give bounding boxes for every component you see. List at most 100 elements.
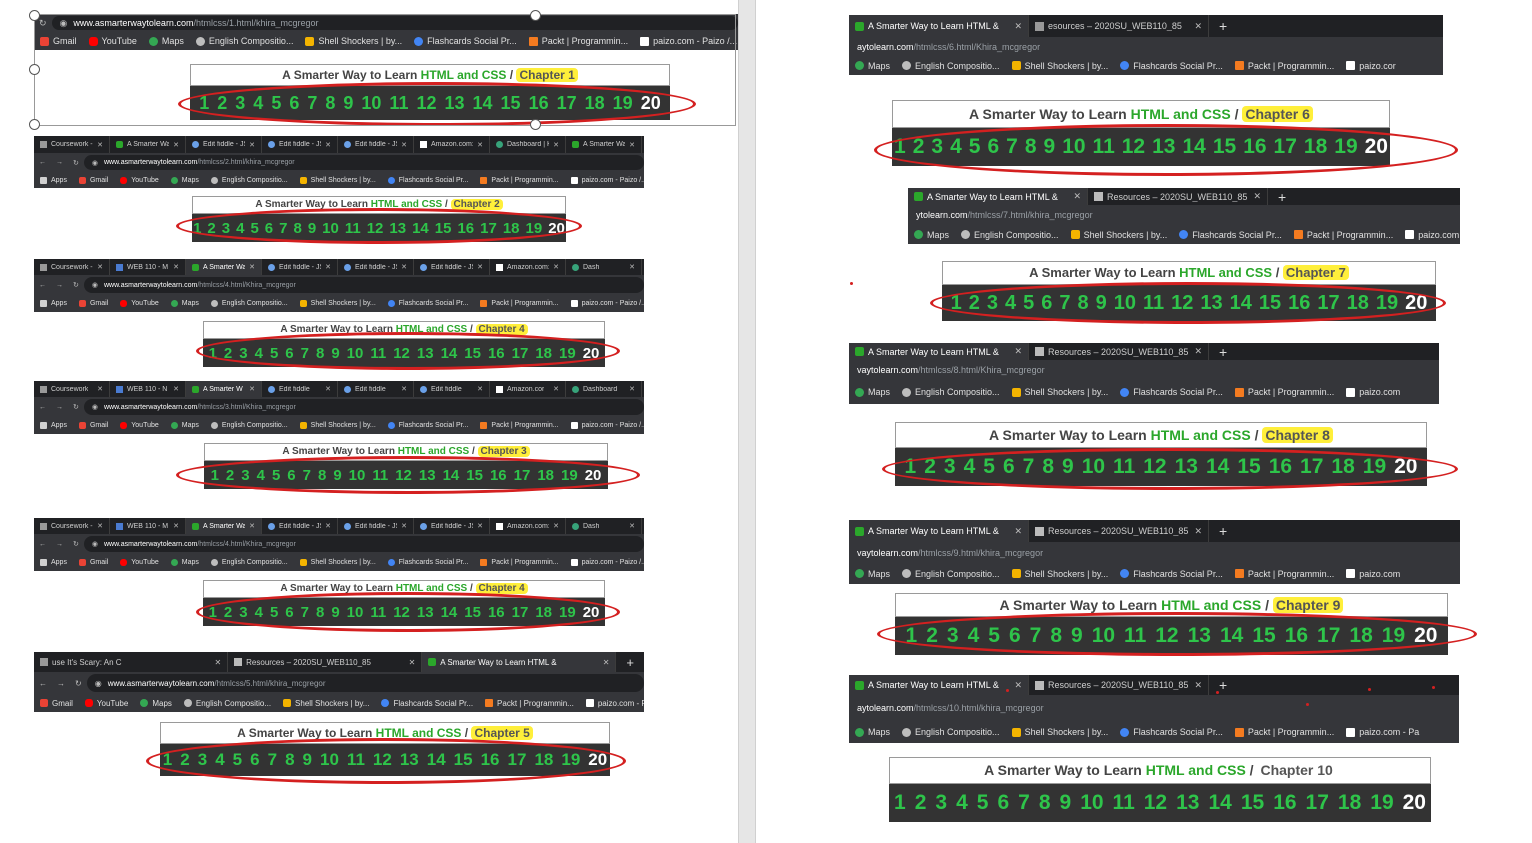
chapter-link-6[interactable]: 6 <box>987 135 999 159</box>
chapter-link-20[interactable]: 20 <box>585 467 602 484</box>
chapter-link-9[interactable]: 9 <box>1062 455 1074 479</box>
chapter-link-10[interactable]: 10 <box>1082 455 1105 479</box>
bookmark-item[interactable]: Flashcards Social Pr... <box>382 422 475 429</box>
resize-handle[interactable] <box>29 119 40 130</box>
browser-tab[interactable]: Edit fiddle - JS ✕ <box>262 518 338 534</box>
browser-tab[interactable]: Edit fiddle - JS ✕ <box>338 259 414 275</box>
chapter-link-12[interactable]: 12 <box>373 750 392 770</box>
bookmark-item[interactable]: Shell Shockers | by... <box>1006 569 1115 579</box>
chapter-link-3[interactable]: 3 <box>222 220 230 237</box>
chapter-link-16[interactable]: 16 <box>1243 135 1266 159</box>
bookmark-item[interactable]: English Compositio... <box>190 36 300 46</box>
bookmark-item[interactable]: Shell Shockers | by... <box>277 699 375 708</box>
chapter-link-8[interactable]: 8 <box>316 604 324 621</box>
chapter-link-8[interactable]: 8 <box>1050 624 1062 648</box>
chapter-link-12[interactable]: 12 <box>416 93 436 114</box>
tab-close-icon[interactable]: ✕ <box>477 141 483 149</box>
bookmark-item[interactable]: English Compositio... <box>205 300 294 307</box>
chapter-link-15[interactable]: 15 <box>464 345 481 362</box>
chapter-link-1[interactable]: 1 <box>211 467 219 484</box>
chapter-link-5[interactable]: 5 <box>270 345 278 362</box>
bookmark-item[interactable]: YouTube <box>114 559 165 566</box>
reload-icon[interactable]: ↻ <box>70 679 87 688</box>
tab-close-icon[interactable]: ✕ <box>214 658 221 667</box>
chapter-link-10[interactable]: 10 <box>1114 292 1136 315</box>
site-info-icon[interactable]: ◉ <box>92 540 98 548</box>
chapter-link-7[interactable]: 7 <box>268 750 277 770</box>
chapter-link-9[interactable]: 9 <box>1071 624 1083 648</box>
chapter-link-19[interactable]: 19 <box>526 220 543 237</box>
chapter-link-14[interactable]: 14 <box>1230 292 1252 315</box>
bookmark-item[interactable]: YouTube <box>114 176 165 184</box>
bookmark-item[interactable]: Apps <box>34 422 73 429</box>
url-field[interactable]: aytolearn.com/htmlcss/6.html/Khira_mcgre… <box>849 39 1443 54</box>
tab-close-icon[interactable]: ✕ <box>325 385 331 393</box>
browser-tab[interactable]: Dash ✕ <box>566 259 642 275</box>
chapter-link-15[interactable]: 15 <box>435 220 452 237</box>
chapter-link-1[interactable]: 1 <box>209 345 217 362</box>
chapter-link-7[interactable]: 7 <box>1030 624 1042 648</box>
chapter-link-16[interactable]: 16 <box>1288 292 1310 315</box>
chapter-link-15[interactable]: 15 <box>1252 624 1275 648</box>
chapter-link-1[interactable]: 1 <box>199 93 209 114</box>
chapter-link-10[interactable]: 10 <box>1080 791 1103 815</box>
chapter-link-11[interactable]: 11 <box>1113 455 1135 479</box>
chapter-link-4[interactable]: 4 <box>257 467 265 484</box>
browser-tab[interactable]: Edit fiddle ✕ <box>262 381 338 397</box>
chapter-link-20[interactable]: 20 <box>1365 135 1388 159</box>
chapter-link-13[interactable]: 13 <box>1152 135 1175 159</box>
bookmark-item[interactable]: YouTube <box>79 699 134 708</box>
bookmark-item[interactable]: Packt | Programmin... <box>1229 727 1340 737</box>
chapter-link-14[interactable]: 14 <box>1208 791 1231 815</box>
site-info-icon[interactable]: ◉ <box>92 403 98 411</box>
chapter-link-1[interactable]: 1 <box>894 135 906 159</box>
bookmark-item[interactable]: Packt | Programmin... <box>474 559 564 566</box>
chapter-link-15[interactable]: 15 <box>1237 455 1260 479</box>
browser-tab[interactable]: Amazon.com: ✕ <box>490 259 566 275</box>
bookmark-item[interactable]: Maps <box>849 727 896 737</box>
browser-tab[interactable]: A Smarter Wa ✕ <box>186 259 262 275</box>
browser-tab[interactable]: Amazon.com: ✕ <box>414 136 490 153</box>
tab-close-icon[interactable]: ✕ <box>249 385 255 393</box>
chapter-link-20[interactable]: 20 <box>641 93 661 114</box>
new-tab-plus-icon[interactable]: + <box>1209 523 1237 539</box>
bookmark-item[interactable]: Packt | Programmin... <box>1229 61 1340 71</box>
chapter-link-2[interactable]: 2 <box>969 292 980 315</box>
browser-tab[interactable]: Edit fiddle - JS ✕ <box>262 259 338 275</box>
url-field[interactable]: ◉ www.asmarterwaytolearn.com/htmlcss/2.ht… <box>83 155 644 170</box>
chapter-link-5[interactable]: 5 <box>250 220 258 237</box>
chapter-link-2[interactable]: 2 <box>913 135 925 159</box>
tab-close-icon[interactable]: ✕ <box>401 263 407 271</box>
chapter-link-17[interactable]: 17 <box>1306 791 1329 815</box>
chapter-link-13[interactable]: 13 <box>417 345 434 362</box>
bookmark-item[interactable]: Shell Shockers | by... <box>294 176 382 184</box>
chapter-link-11[interactable]: 11 <box>1124 624 1146 648</box>
bookmark-item[interactable]: Maps <box>165 422 205 429</box>
chapter-link-5[interactable]: 5 <box>977 791 989 815</box>
chapter-link-9[interactable]: 9 <box>331 604 339 621</box>
forward-arrow-icon[interactable]: → <box>51 282 68 289</box>
chapter-link-9[interactable]: 9 <box>343 93 353 114</box>
chapter-link-13[interactable]: 13 <box>1175 455 1198 479</box>
chapter-link-4[interactable]: 4 <box>236 220 244 237</box>
chapter-link-19[interactable]: 19 <box>1334 135 1357 159</box>
chapter-link-16[interactable]: 16 <box>1285 624 1308 648</box>
chapter-link-19[interactable]: 19 <box>559 604 576 621</box>
chapter-link-10[interactable]: 10 <box>322 220 339 237</box>
resize-handle[interactable] <box>29 64 40 75</box>
bookmark-item[interactable]: Maps <box>849 61 896 71</box>
chapter-link-1[interactable]: 1 <box>163 750 172 770</box>
browser-tab[interactable]: Dash ✕ <box>566 518 642 534</box>
browser-tab[interactable]: Amazon.com: ✕ <box>490 518 566 534</box>
chapter-link-12[interactable]: 12 <box>1171 292 1193 315</box>
bookmark-item[interactable]: Flashcards Social Pr... <box>1114 727 1229 737</box>
chapter-link-6[interactable]: 6 <box>289 93 299 114</box>
chapter-link-5[interactable]: 5 <box>983 455 995 479</box>
chapter-link-19[interactable]: 19 <box>559 345 576 362</box>
bookmark-item[interactable]: Maps <box>849 569 896 579</box>
chapter-link-15[interactable]: 15 <box>464 604 481 621</box>
chapter-link-9[interactable]: 9 <box>333 467 341 484</box>
chapter-link-7[interactable]: 7 <box>279 220 287 237</box>
bookmark-item[interactable]: Gmail <box>73 559 114 566</box>
browser-tab[interactable]: WEB 110 - M ✕ <box>110 259 186 275</box>
